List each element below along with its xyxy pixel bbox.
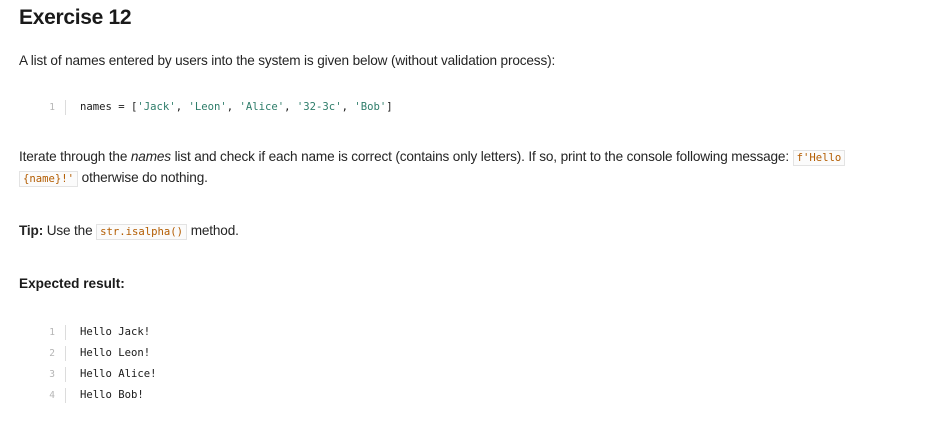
code-separator: , [284, 101, 297, 113]
exercise-title: Exercise 12 [19, 6, 132, 29]
task-text-before: Iterate through the [19, 149, 131, 164]
tip-text-before: Use the [43, 223, 97, 238]
code-string-leon: 'Leon' [188, 101, 227, 113]
inline-code-isalpha: str.isalpha() [96, 224, 188, 240]
inline-code-fstring-part2: {name}!' [19, 171, 79, 187]
code-string-jack: 'Jack' [137, 101, 176, 113]
code-text: names = ['Jack', 'Leon', 'Alice', '32-3c… [80, 97, 393, 118]
gutter-divider [65, 367, 66, 382]
gutter-divider [65, 388, 66, 403]
line-number: 3 [49, 369, 55, 380]
output-text: Hello Leon! [80, 347, 151, 359]
gutter-divider [65, 325, 66, 340]
code-operator: = [ [111, 101, 138, 113]
inline-code-fstring-part1: f'Hello [792, 150, 846, 166]
task-paragraph: Iterate through the names list and check… [19, 147, 903, 189]
gutter-divider [65, 100, 66, 115]
tip-paragraph: Tip: Use the str.isalpha() method. [19, 221, 239, 242]
output-text: Hello Alice! [80, 368, 157, 380]
code-string-32-3c: '32-3c' [296, 101, 342, 113]
line-number: 1 [49, 327, 55, 338]
code-variable: names [80, 101, 112, 113]
code-close-bracket: ] [386, 101, 393, 113]
tip-label: Tip: [19, 223, 44, 238]
code-separator: , [341, 101, 355, 113]
task-emphasis-names: names [130, 149, 171, 164]
task-text-after: otherwise do nothing. [78, 170, 208, 185]
line-number: 1 [49, 102, 55, 113]
line-number: 2 [49, 348, 55, 359]
code-separator: , [175, 101, 189, 113]
expected-result-heading: Expected result: [19, 276, 125, 291]
gutter-divider [65, 346, 66, 361]
intro-paragraph: A list of names entered by users into th… [19, 53, 556, 68]
task-text-middle: list and check if each name is correct (… [170, 149, 793, 164]
line-number: 4 [49, 390, 55, 401]
code-separator: , [226, 101, 240, 113]
code-string-bob: 'Bob' [354, 101, 387, 113]
tip-text-after: method. [187, 223, 239, 238]
code-string-alice: 'Alice' [239, 101, 285, 113]
output-text: Hello Bob! [80, 389, 144, 401]
output-text: Hello Jack! [80, 326, 151, 338]
